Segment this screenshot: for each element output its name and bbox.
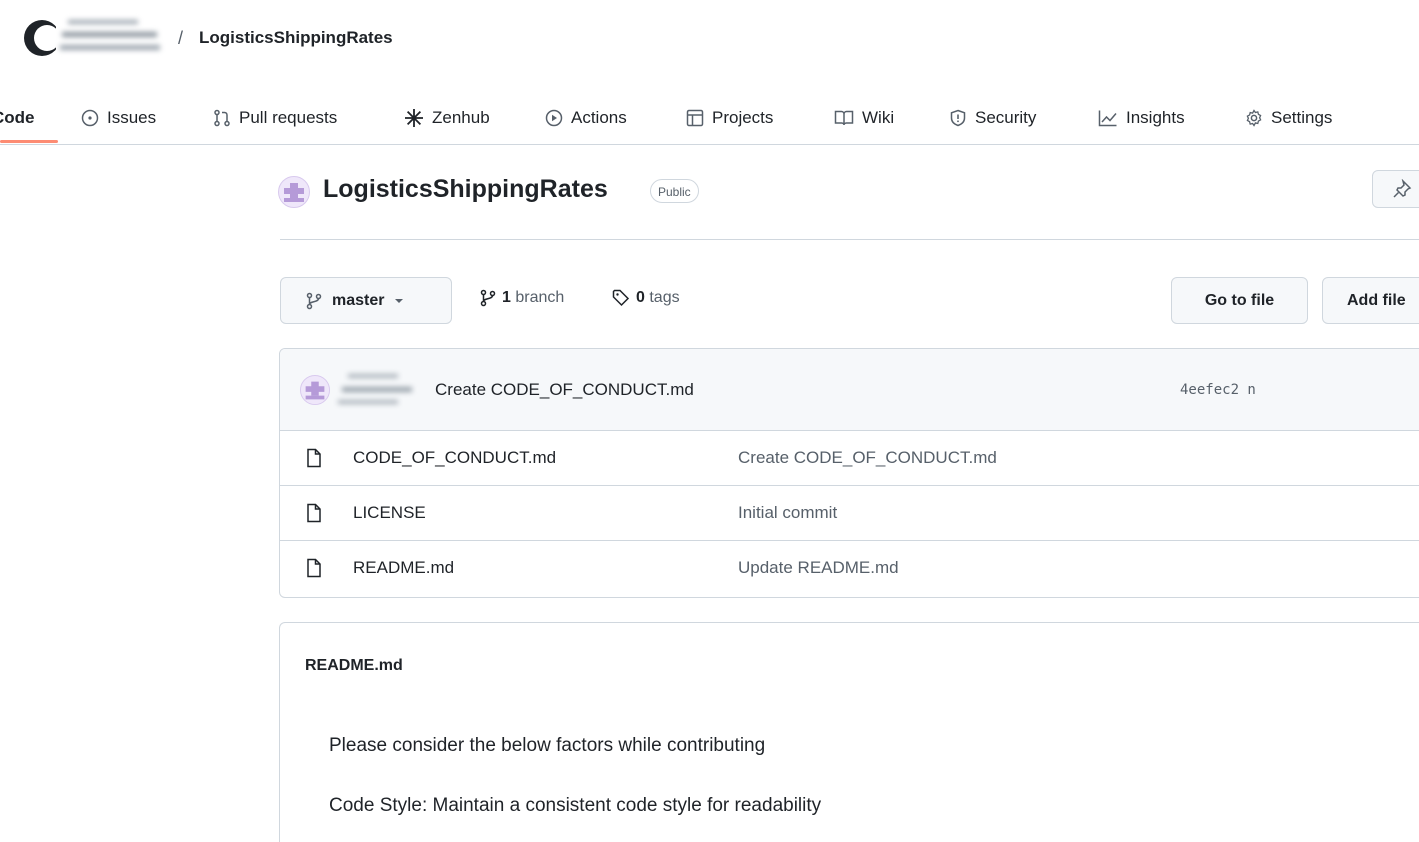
readme-title[interactable]: README.md: [305, 657, 403, 675]
latest-commit-message[interactable]: Create CODE_OF_CONDUCT.md: [435, 380, 694, 400]
latest-commit-row: Create CODE_OF_CONDUCT.md 4eefec2 n: [280, 349, 1419, 431]
pin-icon: [1393, 179, 1412, 198]
breadcrumb-repo-link[interactable]: LogisticsShippingRates: [199, 28, 393, 48]
file-row[interactable]: CODE_OF_CONDUCT.md Create CODE_OF_CONDUC…: [280, 431, 1419, 486]
git-pull-request-icon: [214, 109, 230, 127]
branch-count-label: branch: [515, 289, 565, 306]
zenhub-icon: [405, 109, 423, 127]
gear-icon: [1246, 109, 1262, 127]
file-commit-message-link[interactable]: Create CODE_OF_CONDUCT.md: [738, 448, 997, 468]
tab-insights-label: Insights: [1126, 108, 1185, 127]
table-icon: [686, 109, 704, 127]
tab-zenhub-label: Zenhub: [432, 108, 490, 127]
tags-link[interactable]: 0 tags: [612, 289, 680, 307]
file-list: Create CODE_OF_CONDUCT.md 4eefec2 n CODE…: [279, 348, 1419, 598]
file-name-link[interactable]: README.md: [353, 558, 454, 578]
file-name-link[interactable]: CODE_OF_CONDUCT.md: [353, 448, 556, 468]
repo-title[interactable]: LogisticsShippingRates: [323, 175, 608, 204]
shield-icon: [950, 109, 966, 127]
tab-projects[interactable]: Projects: [686, 92, 773, 144]
branches-link[interactable]: 1 branch: [480, 289, 564, 307]
file-icon: [307, 448, 321, 468]
readme-paragraph: Code Style: Maintain a consistent code s…: [329, 795, 822, 816]
file-commit-message-link[interactable]: Initial commit: [738, 503, 837, 523]
tab-pull-requests[interactable]: Pull requests: [213, 92, 337, 144]
pin-button[interactable]: [1372, 170, 1419, 208]
issue-opened-icon: [81, 109, 99, 127]
tag-count: 0: [636, 289, 645, 306]
caret-down-icon: [395, 298, 404, 303]
tab-code-label: Code: [0, 108, 35, 127]
branch-count: 1: [502, 289, 511, 306]
file-icon: [307, 558, 321, 578]
title-divider: [280, 239, 1419, 240]
file-commit-message-link[interactable]: Update README.md: [738, 558, 899, 578]
go-to-file-button[interactable]: Go to file: [1171, 277, 1308, 324]
selected-tab-indicator: [0, 140, 58, 143]
git-branch-icon: [480, 289, 496, 307]
repo-owner-avatar[interactable]: [278, 176, 310, 208]
tab-actions[interactable]: Actions: [545, 92, 627, 144]
play-icon: [545, 109, 563, 127]
tabs-divider: [0, 144, 1419, 145]
latest-commit-sha[interactable]: 4eefec2 n: [1180, 382, 1256, 398]
owner-name-blurred[interactable]: [60, 14, 172, 62]
add-file-button[interactable]: Add file: [1322, 277, 1419, 324]
tab-issues[interactable]: Issues: [81, 92, 156, 144]
tab-issues-label: Issues: [107, 108, 157, 127]
tab-wiki-label: Wiki: [862, 108, 895, 127]
tab-pull-requests-label: Pull requests: [239, 108, 338, 127]
tag-count-label: tags: [649, 289, 680, 306]
file-icon: [307, 503, 321, 523]
visibility-badge: Public: [650, 179, 699, 203]
tab-actions-label: Actions: [571, 108, 627, 127]
commit-author-avatar[interactable]: [300, 375, 330, 405]
book-icon: [834, 110, 854, 126]
readme-paragraph: Please consider the below factors while …: [329, 735, 766, 756]
graph-icon: [1098, 110, 1117, 127]
readme-header: README.md: [280, 623, 1419, 703]
tab-security[interactable]: Security: [949, 92, 1036, 144]
file-name-link[interactable]: LICENSE: [353, 503, 426, 523]
tab-projects-label: Projects: [712, 108, 774, 127]
commit-author-blurred[interactable]: [338, 369, 434, 415]
git-branch-icon: [306, 292, 322, 309]
file-row[interactable]: README.md Update README.md: [280, 541, 1419, 596]
tag-icon: [612, 289, 630, 307]
current-branch-label: master: [332, 291, 385, 309]
file-row[interactable]: LICENSE Initial commit: [280, 486, 1419, 541]
tab-wiki[interactable]: Wiki: [834, 92, 894, 144]
tab-zenhub[interactable]: Zenhub: [404, 92, 490, 144]
tab-code[interactable]: Code: [0, 92, 35, 144]
breadcrumb-separator: /: [178, 28, 184, 48]
tab-settings[interactable]: Settings: [1245, 92, 1332, 144]
tab-settings-label: Settings: [1271, 108, 1333, 127]
tab-insights[interactable]: Insights: [1098, 92, 1185, 144]
branch-select-button[interactable]: master: [280, 277, 452, 324]
tab-security-label: Security: [975, 108, 1037, 127]
owner-avatar[interactable]: [22, 14, 56, 62]
